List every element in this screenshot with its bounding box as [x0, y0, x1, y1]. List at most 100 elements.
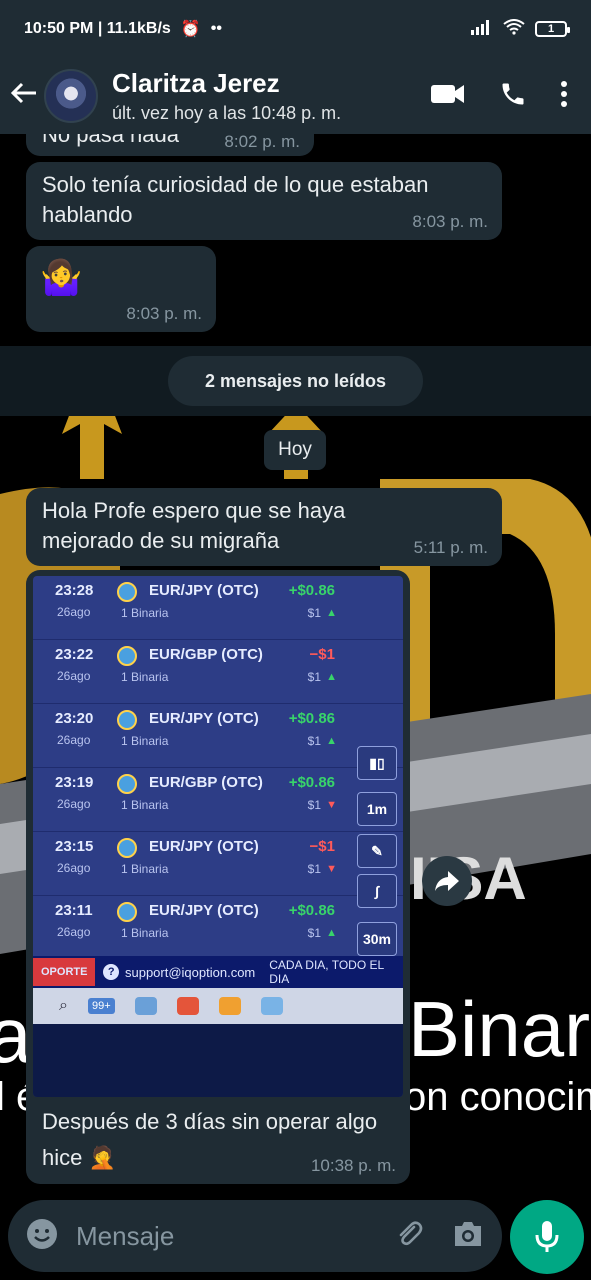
pencil-icon: ✎: [357, 834, 397, 868]
currency-icon: [117, 902, 137, 922]
status-time-speed: 10:50 PM | 11.1kB/s: [24, 20, 171, 37]
emoji-message: 🤷‍♀️: [40, 259, 83, 297]
folder-icon: [260, 997, 283, 1015]
trade-date: 26ago: [57, 797, 91, 811]
mic-icon: [535, 1221, 559, 1252]
trade-row: 23:19 26ago EUR/GBP (OTC) 1 Binaria +$0.86 $1…: [33, 768, 403, 832]
support-label: OPORTE: [33, 958, 96, 986]
wallpaper-text-2-right: on conocimie: [404, 1075, 591, 1119]
arrow-up-icon: ▲: [326, 735, 337, 747]
trade-time: 23:28: [55, 582, 94, 599]
trade-result: +$0.86: [288, 774, 335, 791]
indicator-icon: ∫: [357, 874, 397, 908]
store-icon: [134, 997, 157, 1015]
arrow-up-icon: ▲: [326, 671, 337, 683]
wallpaper-text-1-right: Binar: [408, 985, 590, 1073]
taskbar: ⌕ 99+: [33, 988, 403, 1024]
mic-button[interactable]: [510, 1200, 584, 1274]
candle-icon: ▮▯: [357, 746, 397, 780]
battery-icon: 1: [535, 21, 570, 37]
date-chip: Hoy: [264, 430, 326, 470]
unread-messages-label: 2 mensajes no leídos: [168, 356, 423, 406]
trade-result: +$0.86: [288, 710, 335, 727]
phone-call-icon[interactable]: [499, 80, 527, 113]
message-bubble[interactable]: No pasa nada 8:02 p. m.: [26, 134, 314, 156]
message-bubble[interactable]: Solo tenía curiosidad de lo que estaban …: [26, 162, 502, 240]
brave-icon: [176, 997, 199, 1015]
alarm-icon: ⏰: [180, 21, 201, 38]
trade-pair: EUR/JPY (OTC): [149, 710, 259, 727]
chat-header: Claritza Jerez últ. vez hoy a las 10:48 …: [0, 58, 591, 134]
weather-badge: 99+: [87, 998, 115, 1014]
trade-row: 23:28 26ago EUR/JPY (OTC) 1 Binaria +$0.86 $1…: [33, 576, 403, 640]
trade-date: 26ago: [57, 669, 91, 683]
trade-amount: $1: [307, 734, 321, 748]
camera-icon[interactable]: [452, 1220, 484, 1253]
attach-icon[interactable]: [394, 1219, 424, 1254]
status-bar: 10:50 PM | 11.1kB/s ⏰ •• 1: [0, 0, 591, 58]
trade-kind: 1 Binaria: [121, 670, 169, 684]
chat-area[interactable]: IISA a Binar l é on conocimie No pasa na…: [0, 134, 591, 1200]
support-hours: CADA DIA, TODO EL DIA: [269, 958, 384, 986]
trade-time: 23:20: [55, 710, 94, 727]
more-options-icon[interactable]: [561, 80, 567, 112]
message-composer[interactable]: Mensaje: [8, 1200, 502, 1272]
trade-history-photo[interactable]: 23:28 26ago EUR/JPY (OTC) 1 Binaria +$0.86 $1…: [33, 576, 403, 1097]
trade-kind: 1 Binaria: [121, 862, 169, 876]
trade-time: 23:22: [55, 646, 94, 663]
arrow-down-icon: ▼: [326, 863, 337, 875]
last-seen: últ. vez hoy a las 10:48 p. m.: [112, 103, 342, 123]
timeframe-30m: 30m: [357, 922, 397, 956]
search-icon: ⌕: [59, 997, 68, 1014]
photo-dark-area: [33, 1024, 403, 1097]
message-time: 10:38 p. m.: [310, 1156, 396, 1175]
support-email: support@iqoption.com: [124, 964, 256, 980]
trade-kind: 1 Binaria: [121, 798, 169, 812]
trade-row: 23:20 26ago EUR/JPY (OTC) 1 Binaria +$0.86 $1…: [33, 704, 403, 768]
trade-amount: $1: [307, 862, 321, 876]
message-text: Hola Profe espero que se haya mejorado d…: [42, 498, 346, 553]
trade-amount: $1: [307, 670, 321, 684]
emoji-icon[interactable]: [26, 1218, 58, 1255]
trade-row: 23:11 26ago EUR/JPY (OTC) 1 Binaria +$0.86 $1…: [33, 896, 403, 960]
trade-result: −$1: [309, 646, 335, 663]
message-text: No pasa nada: [42, 134, 179, 147]
trade-pair: EUR/GBP (OTC): [149, 646, 263, 663]
arrow-up-icon: ▲: [326, 927, 337, 939]
message-time: 5:11 p. m.: [413, 538, 488, 557]
wifi-icon: [503, 18, 525, 40]
message-input[interactable]: Mensaje: [76, 1221, 394, 1252]
message-bubble[interactable]: Hola Profe espero que se haya mejorado d…: [26, 488, 502, 566]
currency-icon: [117, 838, 137, 858]
currency-icon: [117, 582, 137, 602]
trade-row: 23:15 26ago EUR/JPY (OTC) 1 Binaria −$1 $1 ▼: [33, 832, 403, 896]
trade-pair: EUR/JPY (OTC): [149, 902, 259, 919]
trade-date: 26ago: [57, 605, 91, 619]
currency-icon: [117, 646, 137, 666]
forward-icon[interactable]: [422, 856, 472, 906]
arrow-up-icon: ▲: [326, 607, 337, 619]
trade-date: 26ago: [57, 861, 91, 875]
trade-date: 26ago: [57, 925, 91, 939]
video-call-icon[interactable]: [431, 83, 465, 110]
help-icon: ?: [103, 964, 119, 980]
trade-time: 23:11: [55, 902, 93, 919]
currency-icon: [117, 774, 137, 794]
signal-icon: [471, 19, 493, 40]
trade-kind: 1 Binaria: [121, 926, 169, 940]
trade-pair: EUR/GBP (OTC): [149, 774, 263, 791]
trade-amount: $1: [307, 926, 321, 940]
back-arrow-icon[interactable]: [0, 79, 44, 113]
trade-kind: 1 Binaria: [121, 734, 169, 748]
contact-info[interactable]: Claritza Jerez últ. vez hoy a las 10:48 …: [112, 68, 431, 124]
trade-time: 23:15: [55, 838, 94, 855]
trade-result: +$0.86: [288, 582, 335, 599]
trade-kind: 1 Binaria: [121, 606, 169, 620]
trade-result: +$0.86: [288, 902, 335, 919]
trade-amount: $1: [307, 606, 321, 620]
message-bubble[interactable]: 🤷‍♀️ 8:03 p. m.: [26, 246, 216, 332]
contact-name: Claritza Jerez: [112, 68, 280, 98]
trade-result: −$1: [309, 838, 335, 855]
avatar[interactable]: [44, 69, 98, 123]
message-time: 8:03 p. m.: [126, 304, 202, 323]
